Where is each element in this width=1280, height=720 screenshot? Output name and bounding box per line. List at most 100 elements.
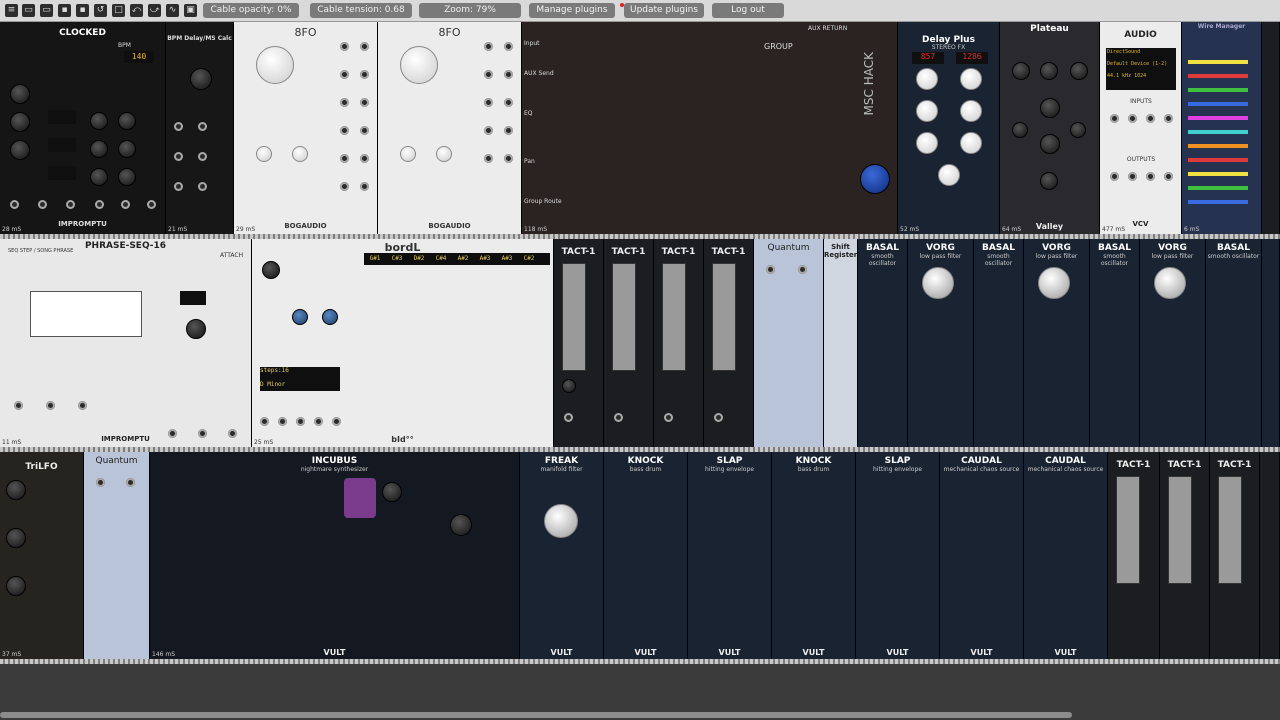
out-jack[interactable] [360, 154, 369, 163]
wire-color-row[interactable] [1188, 186, 1248, 190]
phase-jack[interactable] [484, 126, 493, 135]
out-jack[interactable] [504, 42, 513, 51]
g2-jack[interactable] [278, 417, 287, 426]
run-jack[interactable] [38, 200, 47, 209]
out-jack[interactable] [174, 152, 183, 161]
audio-device-text[interactable]: Default Device (1-2) [1107, 61, 1175, 67]
feedback-knob[interactable] [916, 100, 938, 122]
cutoff-knob[interactable] [450, 514, 472, 536]
low-knob[interactable] [1012, 122, 1028, 138]
cable-tension-field[interactable]: Cable tension: 0.68 [310, 3, 412, 18]
clk1-jack[interactable] [95, 200, 104, 209]
out-jack[interactable] [504, 126, 513, 135]
output-jack[interactable] [1128, 172, 1137, 181]
phase-jack[interactable] [340, 126, 349, 135]
input-jack[interactable] [1164, 114, 1173, 123]
in-jack[interactable] [96, 478, 105, 487]
input-jack[interactable] [1146, 114, 1155, 123]
delay-knob[interactable] [118, 140, 136, 158]
diffusion-knob[interactable] [1040, 134, 1060, 154]
in-jack[interactable] [766, 265, 775, 274]
cutoff-knob[interactable] [544, 504, 578, 538]
cv-jack[interactable] [664, 413, 673, 422]
touch-strip[interactable] [562, 263, 586, 371]
wire-color-row[interactable] [1188, 172, 1248, 176]
cable-opacity-field[interactable]: Cable opacity: 0% [203, 3, 299, 18]
touch-strip[interactable] [1168, 476, 1192, 584]
clock-knob[interactable] [262, 261, 280, 279]
ratio-knob[interactable] [10, 112, 30, 132]
output-jack[interactable] [1110, 172, 1119, 181]
out-jack[interactable] [198, 122, 207, 131]
audio-driver-text[interactable]: DirectSound [1107, 49, 1175, 55]
gate-jack[interactable] [296, 417, 305, 426]
wire-color-row[interactable] [1188, 200, 1248, 204]
delay-knob[interactable] [118, 168, 136, 186]
revert-icon[interactable]: ↺ [94, 4, 107, 17]
cutoff-knob[interactable] [922, 267, 954, 299]
size-knob[interactable] [1040, 98, 1060, 118]
output-jack[interactable] [1164, 172, 1173, 181]
out-jack[interactable] [198, 182, 207, 191]
time-knob[interactable] [916, 68, 938, 90]
phase-jack[interactable] [340, 182, 349, 191]
cv-jack[interactable] [614, 413, 623, 422]
input-jack[interactable] [1128, 114, 1137, 123]
color-knob[interactable] [916, 132, 938, 154]
phase-jack[interactable] [484, 42, 493, 51]
out-jack[interactable] [198, 152, 207, 161]
cable-icon[interactable]: ∿ [166, 4, 179, 17]
feedback-knob[interactable] [960, 100, 982, 122]
pw-knob[interactable] [90, 168, 108, 186]
save-icon[interactable]: ▪ [58, 4, 71, 17]
offset-knob[interactable] [400, 146, 416, 162]
keyboard[interactable] [30, 291, 142, 337]
mix-knob[interactable] [938, 164, 960, 186]
ratio-knob[interactable] [10, 140, 30, 160]
menu-icon[interactable]: ≡ [5, 4, 18, 17]
out-jack[interactable] [504, 70, 513, 79]
pw-knob[interactable] [90, 140, 108, 158]
open-folder-icon[interactable]: ▭ [40, 4, 53, 17]
touch-strip[interactable] [1116, 476, 1140, 584]
frequency-knob[interactable] [400, 46, 438, 84]
input-jack[interactable] [1110, 114, 1119, 123]
time-knob[interactable] [960, 68, 982, 90]
wire-color-row[interactable] [1188, 144, 1248, 148]
wire-color-row[interactable] [1188, 116, 1248, 120]
pw-knob[interactable] [90, 112, 108, 130]
gate-knob[interactable] [322, 309, 338, 325]
out-jack[interactable] [174, 122, 183, 131]
scale-knob[interactable] [292, 309, 308, 325]
bpm-jack[interactable] [66, 200, 75, 209]
wire-color-row[interactable] [1188, 60, 1248, 64]
logout-button[interactable]: Log out [712, 3, 784, 18]
lock-icon[interactable]: ▣ [184, 4, 197, 17]
output-jack[interactable] [1146, 172, 1155, 181]
out-jack[interactable] [504, 98, 513, 107]
wire-color-row[interactable] [1188, 88, 1248, 92]
high-knob[interactable] [1070, 122, 1086, 138]
freq-knob[interactable] [6, 480, 26, 500]
new-patch-icon[interactable]: □ [112, 4, 125, 17]
cutoff-knob[interactable] [1038, 267, 1070, 299]
out-jack[interactable] [360, 98, 369, 107]
out-jack[interactable] [504, 154, 513, 163]
wire-color-row[interactable] [1188, 130, 1248, 134]
undo-icon[interactable]: ⤺ [130, 4, 143, 17]
out-jack[interactable] [798, 265, 807, 274]
out-jack[interactable] [360, 70, 369, 79]
horizontal-scrollbar[interactable] [0, 712, 1072, 718]
dry-knob[interactable] [1012, 62, 1030, 80]
delay-knob[interactable] [118, 112, 136, 130]
scale-knob[interactable] [292, 146, 308, 162]
touch-strip[interactable] [662, 263, 686, 371]
v-jack[interactable] [332, 417, 341, 426]
phase-jack[interactable] [484, 154, 493, 163]
gate1-jack[interactable] [14, 401, 23, 410]
wire-color-row[interactable] [1188, 102, 1248, 106]
predelay-knob[interactable] [1040, 62, 1058, 80]
clk3-jack[interactable] [147, 200, 156, 209]
rate-knob[interactable] [562, 379, 576, 393]
wet-knob[interactable] [1070, 62, 1088, 80]
